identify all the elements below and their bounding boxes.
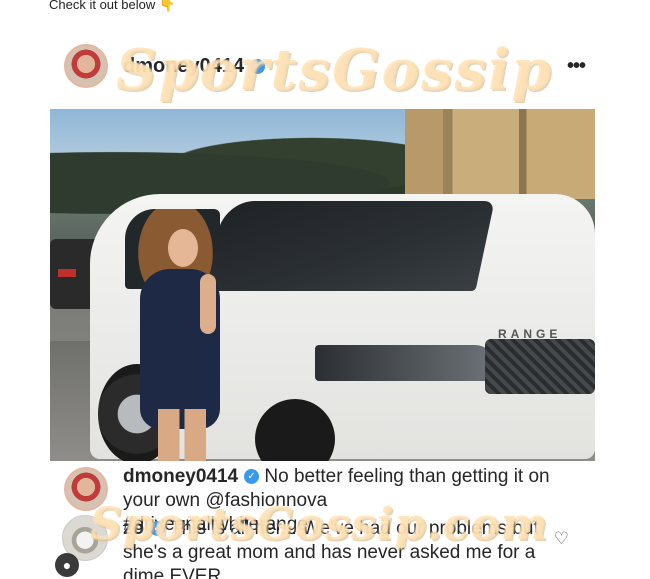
username-text[interactable]: dmoney0414: [123, 55, 244, 77]
woman-face: [168, 229, 198, 267]
post-username[interactable]: dmoney0414 ✓: [123, 55, 266, 78]
user-profile-icon[interactable]: ●: [55, 553, 79, 577]
pointing-down-icon: 👇: [159, 0, 176, 12]
suv-headlight: [315, 345, 495, 381]
suv-grille: [485, 339, 595, 394]
comment-text: zo ✓ This is all her... We've had our pro…: [123, 517, 543, 579]
intro-label: Check it out below: [49, 0, 156, 12]
caption-avatar[interactable]: [64, 467, 108, 511]
more-options-icon[interactable]: •••: [567, 55, 586, 78]
like-heart-icon[interactable]: ♡: [554, 529, 569, 549]
post-photo[interactable]: RANGE: [50, 109, 595, 461]
caption-verified-icon: ✓: [244, 469, 260, 485]
comment-row: zo ✓ This is all her... We've had our pro…: [50, 511, 595, 579]
caption-username[interactable]: dmoney0414: [123, 466, 238, 487]
woman-legs: [158, 409, 206, 461]
comment-body: This is all her... We've had our problem…: [123, 518, 539, 579]
suv-badge-text: RANGE: [498, 327, 562, 341]
post-header: dmoney0414 ✓ •••: [50, 37, 595, 109]
caption-mention-link[interactable]: @fashionnova: [205, 490, 327, 511]
instagram-post-embed: dmoney0414 ✓ ••• RANGE dmoney0414 ✓ No bet…: [50, 37, 595, 579]
commenter-verified-icon: ✓: [150, 521, 166, 537]
woman-arm: [200, 274, 216, 334]
commenter-username[interactable]: zo: [123, 518, 144, 539]
profile-avatar[interactable]: [64, 44, 108, 88]
building-background: [405, 109, 595, 199]
intro-text: Check it out below 👇: [49, 0, 175, 13]
verified-badge-icon: ✓: [250, 59, 266, 75]
suv-windshield: [205, 201, 495, 291]
